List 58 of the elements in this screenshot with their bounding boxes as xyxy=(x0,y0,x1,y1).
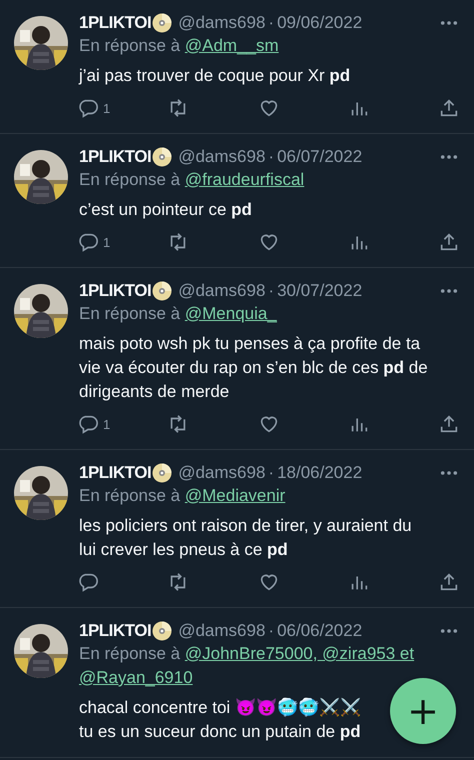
disc-icon xyxy=(152,281,172,301)
reply-label: En réponse à xyxy=(79,170,180,189)
more-icon[interactable] xyxy=(440,288,460,294)
user-name: 1PLIKTOI xyxy=(79,620,152,642)
reply-icon[interactable] xyxy=(77,231,99,253)
reply-label: En réponse à xyxy=(79,486,180,505)
user-handle: @dams698 xyxy=(178,12,266,34)
user-name: 1PLIKTOI xyxy=(79,462,152,484)
post-text: les policiers ont raison de tirer, y auraient du lui crever les pneus à ce pd xyxy=(79,515,413,561)
post-date: 18/06/2022 xyxy=(277,462,362,484)
post-date: 06/06/2022 xyxy=(277,620,362,642)
mention-link[interactable]: @JohnBre75000, @zira953 et xyxy=(184,644,414,663)
reply-icon[interactable] xyxy=(77,571,99,593)
post-date: 30/07/2022 xyxy=(277,280,362,302)
reply-label: En réponse à xyxy=(79,644,180,663)
more-icon[interactable] xyxy=(440,470,460,476)
post-text: c’est un pointeur ce pd xyxy=(79,199,252,221)
post-text: j’ai pas trouver de coque pour Xr pd xyxy=(79,65,350,87)
separator-dot: · xyxy=(268,146,274,168)
reply-label: En réponse à xyxy=(79,36,180,55)
user-handle: @dams698 xyxy=(178,280,266,302)
user-name: 1PLIKTOI xyxy=(79,280,152,302)
mention-link[interactable]: @Menquia_ xyxy=(184,304,277,323)
share-icon[interactable] xyxy=(438,97,460,119)
user-name: 1PLIKTOI xyxy=(79,12,152,34)
more-icon[interactable] xyxy=(440,20,460,26)
reply-count: 1 xyxy=(103,100,110,116)
separator-dot: · xyxy=(268,462,274,484)
post-date: 06/07/2022 xyxy=(277,146,362,168)
disc-icon xyxy=(152,621,172,641)
post-date: 09/06/2022 xyxy=(277,12,362,34)
mention-link[interactable]: @Rayan_6910 xyxy=(79,668,193,687)
post-text: chacal concentre toi 😈😈🥶🥶⚔⚔ tu es un suceur donc un putain de pd xyxy=(79,697,361,743)
mention-link[interactable]: @Adm__sm xyxy=(184,36,279,55)
reply-count: 1 xyxy=(103,416,110,432)
separator-dot: · xyxy=(268,620,274,642)
post-text: mais poto wsh pk tu penses à ça profite de ta vie va écouter du rap on s’en blc de ces pd de dirigeants de merde xyxy=(79,333,429,403)
disc-icon xyxy=(152,147,172,167)
reply-count: 1 xyxy=(103,234,110,250)
reply-label: En réponse à xyxy=(79,304,180,323)
mention-link[interactable]: @Mediavenir xyxy=(184,486,286,505)
share-icon[interactable] xyxy=(438,571,460,593)
compose-button[interactable]: + xyxy=(390,678,456,744)
share-icon[interactable] xyxy=(438,413,460,435)
mention-link[interactable]: @fraudeurfiscal xyxy=(184,170,304,189)
user-handle: @dams698 xyxy=(178,620,266,642)
disc-icon xyxy=(152,13,172,33)
separator-dot: · xyxy=(268,280,274,302)
user-handle: @dams698 xyxy=(178,146,266,168)
user-name: 1PLIKTOI xyxy=(79,146,152,168)
disc-icon xyxy=(152,463,172,483)
more-icon[interactable] xyxy=(440,628,460,634)
more-icon[interactable] xyxy=(440,154,460,160)
separator-dot: · xyxy=(268,12,274,34)
reply-icon[interactable] xyxy=(77,413,99,435)
share-icon[interactable] xyxy=(438,231,460,253)
user-handle: @dams698 xyxy=(178,462,266,484)
reply-icon[interactable] xyxy=(77,97,99,119)
